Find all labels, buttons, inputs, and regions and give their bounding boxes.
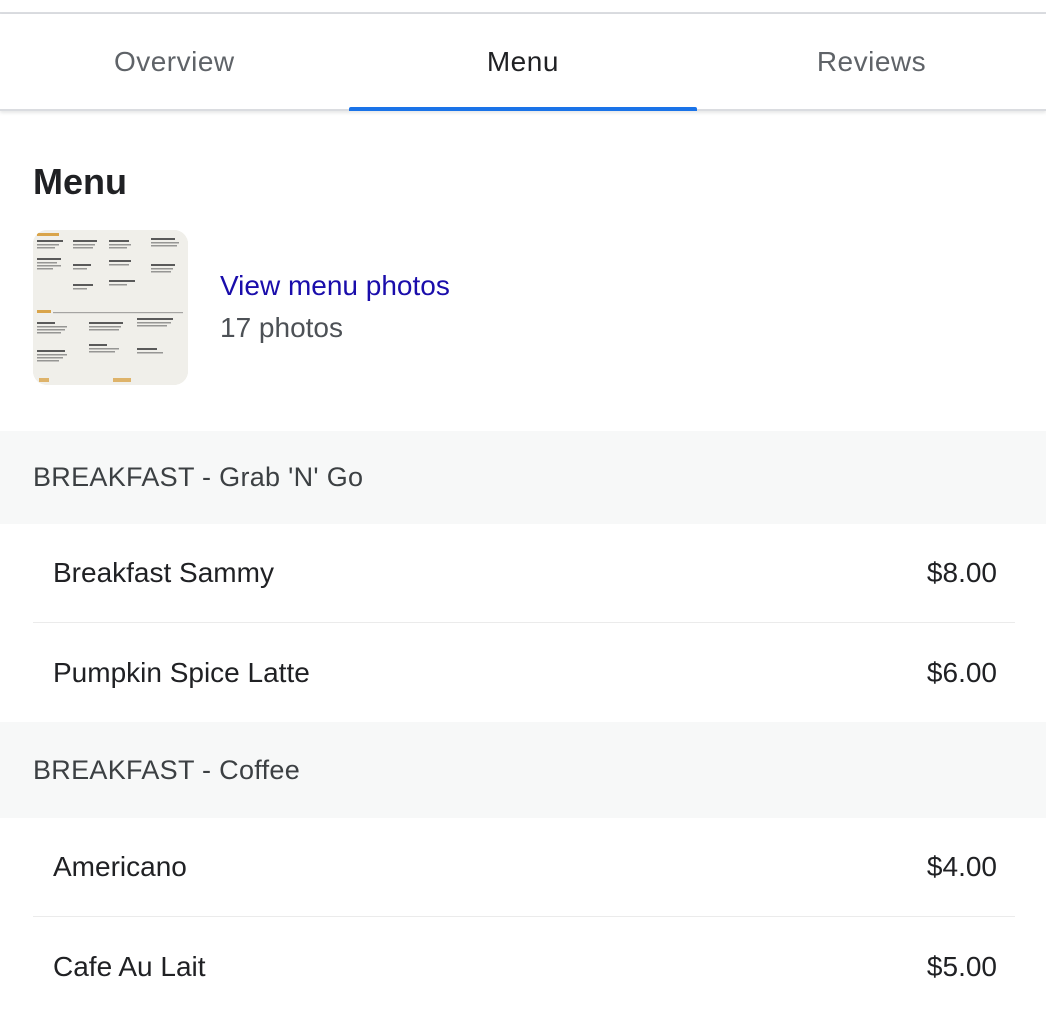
view-menu-photos-link[interactable]: View menu photos — [220, 268, 450, 304]
tab-overview-label: Overview — [113, 45, 235, 77]
menu-item-row[interactable]: Cafe Au Lait $5.00 — [33, 918, 1015, 1012]
menu-panel: Overview Menu Reviews Menu View menu pho… — [0, 0, 1046, 1012]
tab-bar: Overview Menu Reviews — [0, 14, 1046, 111]
menu-heading: Menu — [33, 161, 127, 202]
menu-item-row[interactable]: Americano $4.00 — [33, 818, 1015, 917]
menu-section-header: BREAKFAST - Grab 'N' Go — [0, 431, 1046, 524]
menu-item-name: Breakfast Sammy — [53, 557, 274, 588]
menu-section-header: BREAKFAST - Coffee — [0, 722, 1046, 818]
menu-item-name: Cafe Au Lait — [53, 951, 206, 982]
tab-reviews-label: Reviews — [816, 45, 927, 77]
tab-menu-label: Menu — [486, 45, 559, 77]
menu-item-price: $6.00 — [926, 657, 997, 688]
menu-item-row[interactable]: Breakfast Sammy $8.00 — [33, 524, 1015, 623]
menu-photos-row: View menu photos 17 photos — [33, 230, 450, 385]
menu-item-price: $5.00 — [926, 951, 997, 982]
menu-item-price: $4.00 — [926, 851, 997, 882]
photo-count: 17 photos — [220, 311, 343, 343]
menu-photo-thumbnail[interactable] — [33, 230, 188, 385]
active-tab-indicator — [348, 107, 698, 111]
tab-menu[interactable]: Menu — [348, 14, 698, 111]
menu-item-price: $8.00 — [926, 557, 997, 588]
tab-reviews[interactable]: Reviews — [697, 14, 1046, 109]
menu-item-name: Pumpkin Spice Latte — [53, 657, 310, 688]
menu-section-title: BREAKFAST - Coffee — [33, 754, 301, 785]
tab-overview[interactable]: Overview — [0, 14, 349, 109]
menu-photo-image — [33, 230, 188, 385]
menu-section-title: BREAKFAST - Grab 'N' Go — [33, 462, 364, 492]
menu-item-name: Americano — [53, 851, 187, 882]
menu-photos-info: View menu photos 17 photos — [220, 268, 450, 348]
menu-item-row[interactable]: Pumpkin Spice Latte $6.00 — [33, 624, 1015, 722]
